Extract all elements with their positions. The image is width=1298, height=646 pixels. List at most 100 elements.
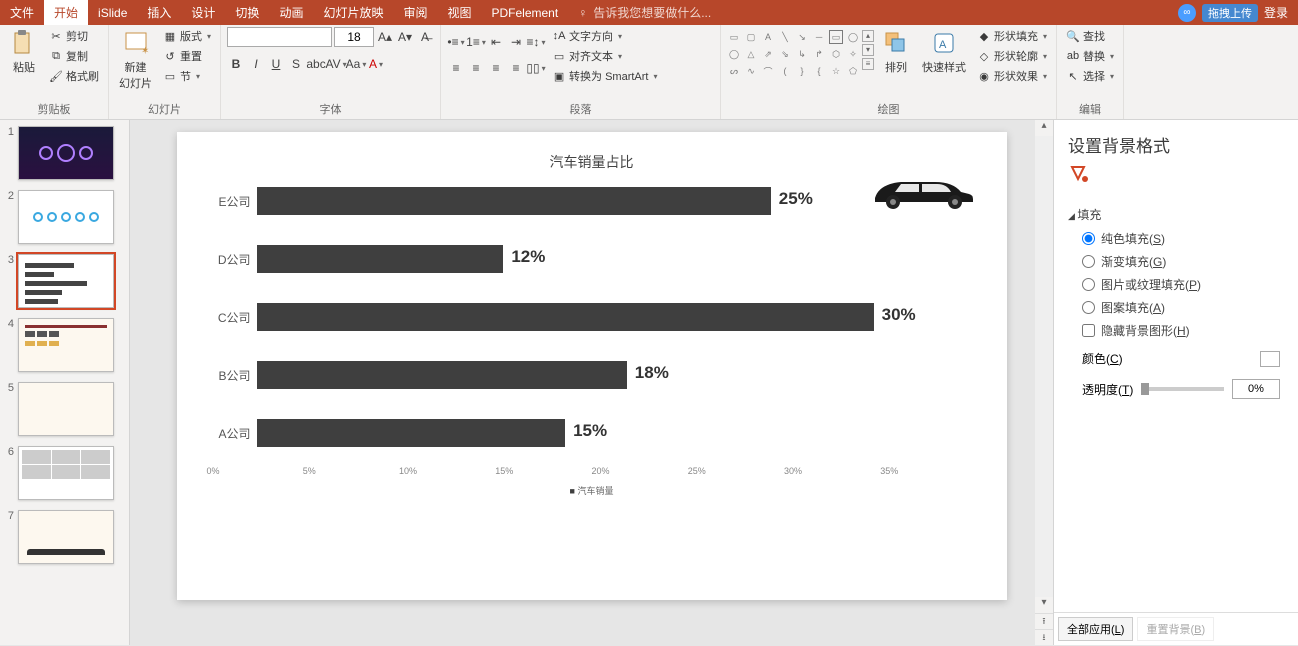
shadow-button[interactable]: S (287, 55, 305, 73)
bar-row: C公司 30% (257, 298, 977, 336)
color-label: 颜色(C) (1082, 350, 1123, 367)
slide-thumb-5[interactable] (18, 382, 114, 436)
tab-file[interactable]: 文件 (0, 0, 44, 25)
indent-button[interactable]: ⇥ (507, 33, 525, 51)
layout-button[interactable]: ▦版式 (160, 27, 214, 45)
bullets-button[interactable]: •≡ (447, 33, 465, 51)
slide-thumb-1[interactable] (18, 126, 114, 180)
group-editing: 🔍查找 ab替换 ↖选择 编辑 (1057, 25, 1124, 119)
align-left-button[interactable]: ≡ (447, 59, 465, 77)
align-right-button[interactable]: ≡ (487, 59, 505, 77)
color-swatch[interactable] (1260, 351, 1280, 367)
spacing-button[interactable]: AV (327, 55, 345, 73)
outdent-button[interactable]: ⇤ (487, 33, 505, 51)
numbering-button[interactable]: 1≡ (467, 33, 485, 51)
tab-islide[interactable]: iSlide (88, 0, 137, 25)
scroll-down-button[interactable]: ▾ (1035, 597, 1053, 613)
cloud-icon[interactable]: ∞ (1178, 4, 1196, 22)
font-color-button[interactable]: A (367, 55, 385, 73)
line-spacing-button[interactable]: ≡↕ (527, 33, 545, 51)
align-text-button[interactable]: ▭对齐文本 (549, 47, 660, 65)
align-text-icon: ▭ (552, 49, 566, 63)
tab-design[interactable]: 设计 (181, 0, 225, 25)
underline-button[interactable]: U (267, 55, 285, 73)
arrange-button[interactable]: 排列 (878, 27, 914, 77)
reset-button[interactable]: ↺重置 (160, 47, 214, 65)
grow-font-button[interactable]: A▴ (376, 28, 394, 46)
fill-section-header[interactable]: 填充 (1068, 202, 1284, 227)
group-label: 幻灯片 (115, 101, 214, 119)
font-size-input[interactable] (334, 27, 374, 47)
tell-me[interactable]: ♀ 告诉我您想要做什么... (568, 0, 721, 25)
reset-background-button[interactable]: 重置背景(B) (1137, 617, 1214, 641)
columns-button[interactable]: ▯▯ (527, 59, 545, 77)
slide-thumb-4[interactable] (18, 318, 114, 372)
shrink-font-button[interactable]: A▾ (396, 28, 414, 46)
shape-gallery[interactable]: ▭▢A╲↘─▭◯ ◯△⇗⇘↳↱⬡✧ ᔕ∿⌒(}{☆⬠ (727, 27, 860, 78)
chart-legend: 汽车销量 (207, 484, 977, 497)
bulb-icon: ♀ (578, 6, 587, 20)
case-button[interactable]: Aa (347, 55, 365, 73)
fill-picture-radio[interactable]: 图片或纹理填充(P) (1068, 273, 1284, 296)
new-slide-button[interactable]: ✶ 新建 幻灯片 (115, 27, 156, 93)
login-button[interactable]: 登录 (1264, 4, 1288, 21)
copy-button[interactable]: ⧉复制 (46, 47, 102, 65)
slide-thumb-7[interactable] (18, 510, 114, 564)
fill-gradient-radio[interactable]: 渐变填充(G) (1068, 250, 1284, 273)
tab-slideshow[interactable]: 幻灯片放映 (313, 0, 393, 25)
find-button[interactable]: 🔍查找 (1063, 27, 1117, 45)
transparency-value[interactable]: 0% (1232, 379, 1280, 399)
shape-effect-button[interactable]: ◉形状效果 (974, 67, 1050, 85)
replace-button[interactable]: ab替换 (1063, 47, 1117, 65)
italic-button[interactable]: I (247, 55, 265, 73)
shape-scroll[interactable]: ▴▾≡ (862, 27, 874, 78)
thumb-number: 2 (2, 190, 14, 202)
justify-button[interactable]: ≡ (507, 59, 525, 77)
bar-row: D公司 12% (257, 240, 977, 278)
tab-insert[interactable]: 插入 (137, 0, 181, 25)
bold-button[interactable]: B (227, 55, 245, 73)
outline-icon: ◇ (977, 49, 991, 63)
tab-review[interactable]: 审阅 (393, 0, 437, 25)
replace-icon: ab (1066, 49, 1080, 63)
drag-upload-button[interactable]: 拖拽上传 (1202, 4, 1258, 22)
tab-transition[interactable]: 切换 (225, 0, 269, 25)
smartart-button[interactable]: ▣转换为 SmartArt (549, 67, 660, 85)
next-slide-button[interactable]: ⭳ (1035, 629, 1053, 645)
paste-button[interactable]: 粘贴 (6, 27, 42, 77)
scroll-up-button[interactable]: ▴ (1035, 120, 1053, 136)
shape-outline-button[interactable]: ◇形状轮廓 (974, 47, 1050, 65)
bar-category: C公司 (201, 309, 251, 326)
vertical-scrollbar[interactable]: ▴ ▾ ⭱ ⭳ (1035, 120, 1053, 645)
shape-fill-button[interactable]: ◆形状填充 (974, 27, 1050, 45)
prev-slide-button[interactable]: ⭱ (1035, 613, 1053, 629)
svg-text:A: A (939, 39, 947, 51)
tab-home[interactable]: 开始 (44, 0, 88, 25)
apply-all-button[interactable]: 全部应用(L) (1058, 617, 1133, 641)
select-button[interactable]: ↖选择 (1063, 67, 1117, 85)
fill-tab-icon[interactable] (1054, 163, 1298, 198)
align-center-button[interactable]: ≡ (467, 59, 485, 77)
slide-thumb-3[interactable] (18, 254, 114, 308)
text-direction-button[interactable]: ↕A文字方向 (549, 27, 660, 45)
quick-styles-button[interactable]: A 快速样式 (918, 27, 970, 77)
hide-bg-checkbox[interactable]: 隐藏背景图形(H) (1068, 319, 1284, 342)
transparency-slider[interactable] (1141, 387, 1224, 391)
tab-view[interactable]: 视图 (437, 0, 481, 25)
section-button[interactable]: ▭节 (160, 67, 214, 85)
smartart-icon: ▣ (552, 69, 566, 83)
slide-thumb-6[interactable] (18, 446, 114, 500)
cut-button[interactable]: ✂剪切 (46, 27, 102, 45)
tab-animation[interactable]: 动画 (269, 0, 313, 25)
clear-format-button[interactable]: A̶ (416, 28, 434, 46)
canvas-area: 汽车销量占比 E公司 25%D公司 12%C公司 30%B公司 18%A公司 1… (130, 120, 1053, 645)
slide-canvas[interactable]: 汽车销量占比 E公司 25%D公司 12%C公司 30%B公司 18%A公司 1… (177, 132, 1007, 600)
quick-style-icon: A (930, 29, 958, 57)
font-name-input[interactable] (227, 27, 332, 47)
format-painter-button[interactable]: 🖌格式刷 (46, 67, 102, 85)
tab-pdfelement[interactable]: PDFelement (482, 0, 569, 25)
slide-thumb-2[interactable] (18, 190, 114, 244)
strike-button[interactable]: abc (307, 55, 325, 73)
fill-solid-radio[interactable]: 纯色填充(S) (1068, 227, 1284, 250)
fill-pattern-radio[interactable]: 图案填充(A) (1068, 296, 1284, 319)
